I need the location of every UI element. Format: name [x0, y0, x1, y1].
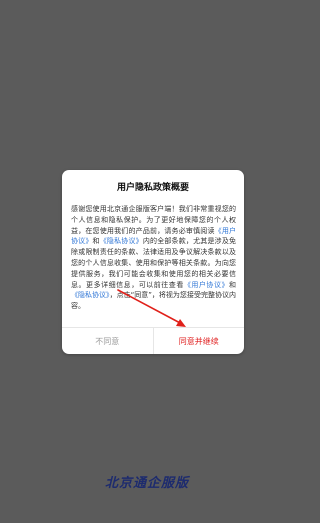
body-and-2: 和	[229, 280, 237, 289]
body-and-1: 和	[92, 237, 100, 246]
privacy-policy-dialog: 用户隐私政策概要 感谢您使用北京通企服版客户端！我们非常重视您的个人信息和隐私保…	[62, 170, 244, 354]
brand-logo-text: 北京通企服版	[104, 476, 189, 491]
privacy-policy-link[interactable]: 《隐私协议》	[100, 237, 143, 245]
app-screen: 用户隐私政策概要 感谢您使用北京通企服版客户端！我们非常重视您的个人信息和隐私保…	[0, 0, 294, 523]
privacy-policy-link-2[interactable]: 《隐私协议》	[71, 291, 110, 299]
body-text-1: 感谢您使用北京通企服版客户端！我们非常重视您的个人信息和隐私保护。为了更好地保障…	[71, 205, 236, 235]
agree-continue-button[interactable]: 同意并继续	[152, 328, 245, 354]
dialog-title: 用户隐私政策概要	[116, 183, 189, 193]
dialog-buttons: 不同意 同意并继续	[62, 327, 244, 354]
user-agreement-link-2[interactable]: 《用户协议》	[184, 281, 229, 289]
disagree-button[interactable]: 不同意	[62, 328, 153, 354]
dialog-body: 感谢您使用北京通企服版客户端！我们非常重视您的个人信息和隐私保护。为了更好地保障…	[71, 204, 236, 312]
